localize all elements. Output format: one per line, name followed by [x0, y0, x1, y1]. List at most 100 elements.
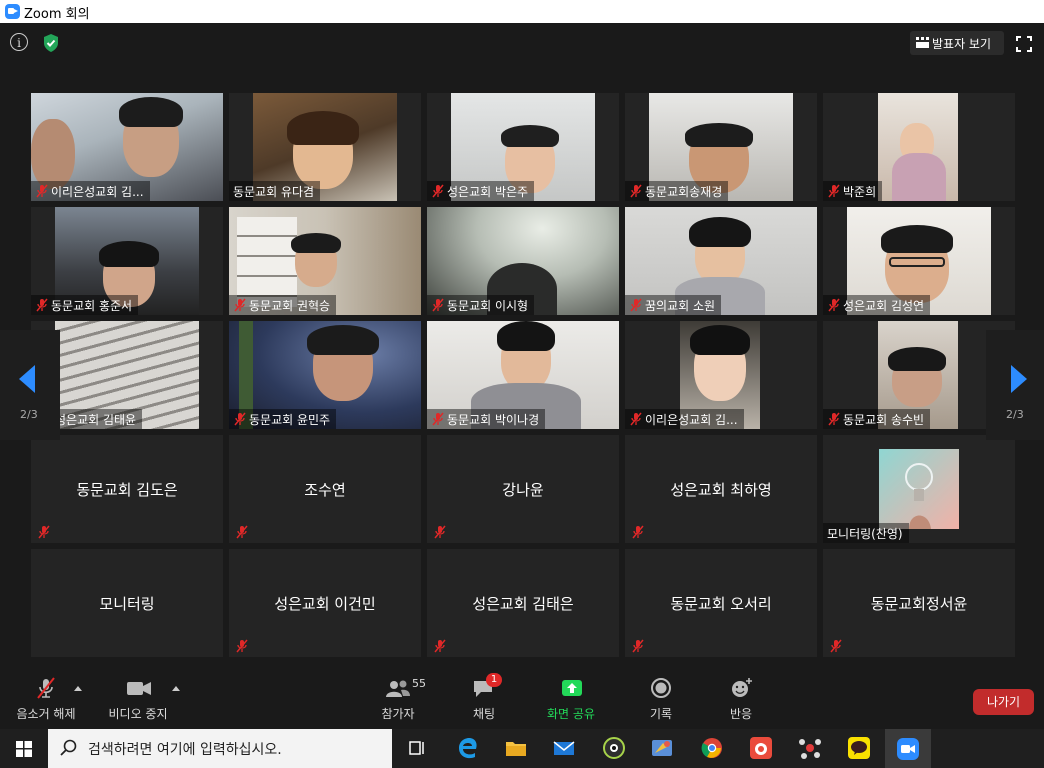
- speaker-view-button[interactable]: 발표자 보기: [910, 31, 1004, 55]
- participant-name: 이리은성교회 김...: [645, 412, 738, 427]
- chat-button[interactable]: 1 채팅: [456, 669, 512, 729]
- taskbar-search-box[interactable]: 검색하려면 여기에 입력하십시오.: [48, 729, 392, 768]
- muted-mic-icon: [236, 639, 248, 653]
- participant-name: 강나윤: [502, 481, 544, 499]
- muted-mic-icon: [630, 412, 642, 426]
- page-indicator-left: 2/3: [20, 408, 38, 421]
- participant-name: 성은교회 최하영: [670, 481, 772, 499]
- participant-tile[interactable]: 성은교회 박은주: [427, 93, 619, 201]
- share-screen-button[interactable]: 화면 공유: [538, 669, 604, 729]
- participant-tile[interactable]: 동문교회 윤민주: [229, 321, 421, 429]
- reactions-icon: [732, 678, 752, 697]
- participant-tile[interactable]: 박준희: [823, 93, 1015, 201]
- muted-mic-icon: [828, 184, 840, 198]
- participants-count: 55: [412, 677, 426, 690]
- participant-tile[interactable]: 모니터링: [31, 549, 223, 657]
- speaker-view-label: 발표자 보기: [932, 37, 992, 51]
- participant-name: 동문교회 이시형: [447, 298, 529, 313]
- participant-tile[interactable]: 동문교회 홍준서: [31, 207, 223, 315]
- record-button[interactable]: 기록: [634, 669, 688, 729]
- participant-name-bar: 박준희: [823, 181, 883, 201]
- participant-tile[interactable]: 조수연: [229, 435, 421, 543]
- participant-name: 성은교회 김태은: [472, 595, 574, 613]
- video-options-caret-icon[interactable]: [172, 686, 180, 691]
- audio-options-caret-icon[interactable]: [74, 686, 82, 691]
- meeting-toolbar: 음소거 해제 비디오 중지 55 참가자 1 채팅 화면 공유 기록 반응 나가…: [0, 669, 1044, 729]
- participant-name: 동문교회 송수빈: [843, 412, 925, 427]
- zoom-logo-icon: [5, 4, 20, 19]
- network-app-icon[interactable]: [797, 735, 823, 761]
- windows-taskbar: 검색하려면 여기에 입력하십시오.: [0, 729, 1044, 768]
- participants-label: 참가자: [381, 707, 415, 721]
- chat-badge: 1: [486, 673, 502, 687]
- shield-icon[interactable]: [42, 33, 60, 53]
- mail-icon[interactable]: [551, 735, 577, 761]
- record-label: 기록: [649, 707, 673, 721]
- participant-name: 모니터링: [99, 595, 155, 613]
- participant-tile[interactable]: 동문교회 권혁승: [229, 207, 421, 315]
- participant-tile[interactable]: 이리은성교회 김...: [625, 321, 817, 429]
- recorder-app-icon[interactable]: [748, 735, 774, 761]
- participant-name-bar: 동문교회 윤민주: [229, 409, 337, 429]
- participant-name-bar: 성은교회 김성연: [823, 295, 931, 315]
- participant-tile[interactable]: 동문교회정서윤: [823, 549, 1015, 657]
- participant-tile[interactable]: 동문교회 오서리: [625, 549, 817, 657]
- fullscreen-icon[interactable]: [1016, 36, 1032, 52]
- participant-tile[interactable]: 동문교회 김도은: [31, 435, 223, 543]
- participant-tile[interactable]: 성은교회 김성연: [823, 207, 1015, 315]
- chrome-icon[interactable]: [699, 735, 725, 761]
- participants-button[interactable]: 55 참가자: [370, 669, 426, 729]
- paint-app-icon[interactable]: [649, 735, 675, 761]
- info-icon[interactable]: i: [10, 33, 28, 51]
- participant-tile[interactable]: 성은교회 이건민: [229, 549, 421, 657]
- muted-mic-icon: [236, 525, 248, 539]
- unmute-label: 음소거 해제: [16, 707, 76, 721]
- participant-name-bar: 동문교회 송수빈: [823, 409, 931, 429]
- eye-app-icon[interactable]: [601, 735, 627, 761]
- participant-tile[interactable]: 성은교회 김태은: [427, 549, 619, 657]
- participant-tile[interactable]: 성은교회 최하영: [625, 435, 817, 543]
- participant-tile[interactable]: 동문교회 유다겸: [229, 93, 421, 201]
- participant-name: 모니터링(찬영): [827, 526, 903, 541]
- muted-mic-icon: [36, 184, 48, 198]
- participant-tile[interactable]: 이리은성교회 김...: [31, 93, 223, 201]
- stop-video-button[interactable]: 비디오 중지: [100, 669, 176, 729]
- participant-tile[interactable]: 꿈의교회 소원: [625, 207, 817, 315]
- speaker-view-icon: [916, 37, 929, 48]
- participant-name: 동문교회 박이나경: [447, 412, 540, 427]
- participant-tile[interactable]: 동문교회 박이나경: [427, 321, 619, 429]
- participant-name-bar: 이리은성교회 김...: [625, 409, 744, 429]
- participant-name-bar: 동문교회 권혁승: [229, 295, 337, 315]
- muted-mic-icon: [38, 525, 50, 539]
- zoom-taskbar-button[interactable]: [885, 729, 931, 768]
- next-page-button[interactable]: 2/3: [986, 330, 1044, 440]
- muted-mic-icon: [828, 298, 840, 312]
- leave-button[interactable]: 나가기: [973, 689, 1034, 715]
- participant-tile[interactable]: 동문교회 이시형: [427, 207, 619, 315]
- muted-mic-icon: [432, 412, 444, 426]
- participant-name: 꿈의교회 소원: [645, 298, 716, 313]
- windows-start-icon[interactable]: [16, 741, 32, 757]
- participant-tile[interactable]: 동문교회송재경: [625, 93, 817, 201]
- participant-name-bar: 동문교회송재경: [625, 181, 729, 201]
- participant-name: 박준희: [843, 184, 877, 199]
- file-explorer-icon[interactable]: [503, 735, 529, 761]
- participant-tile[interactable]: 강나윤: [427, 435, 619, 543]
- unmute-button[interactable]: 음소거 해제: [8, 669, 84, 729]
- muted-mic-icon: [234, 298, 246, 312]
- video-camera-icon: [127, 682, 151, 695]
- task-view-icon[interactable]: [404, 735, 430, 761]
- share-screen-icon: [562, 680, 582, 696]
- participant-video: [878, 93, 958, 201]
- participant-tile[interactable]: 모니터링(찬영): [823, 435, 1015, 543]
- participant-name: 동문교회 오서리: [670, 595, 772, 613]
- kakaotalk-icon[interactable]: [846, 735, 872, 761]
- record-icon: [651, 678, 671, 698]
- participant-name: 성은교회 이건민: [274, 595, 376, 613]
- edge-browser-icon[interactable]: [455, 735, 481, 761]
- search-placeholder: 검색하려면 여기에 입력하십시오.: [88, 742, 282, 758]
- muted-mic-icon: [632, 525, 644, 539]
- reactions-button[interactable]: 반응: [714, 669, 768, 729]
- previous-page-button[interactable]: 2/3: [0, 330, 60, 440]
- participant-name-bar: 성은교회 박은주: [427, 181, 535, 201]
